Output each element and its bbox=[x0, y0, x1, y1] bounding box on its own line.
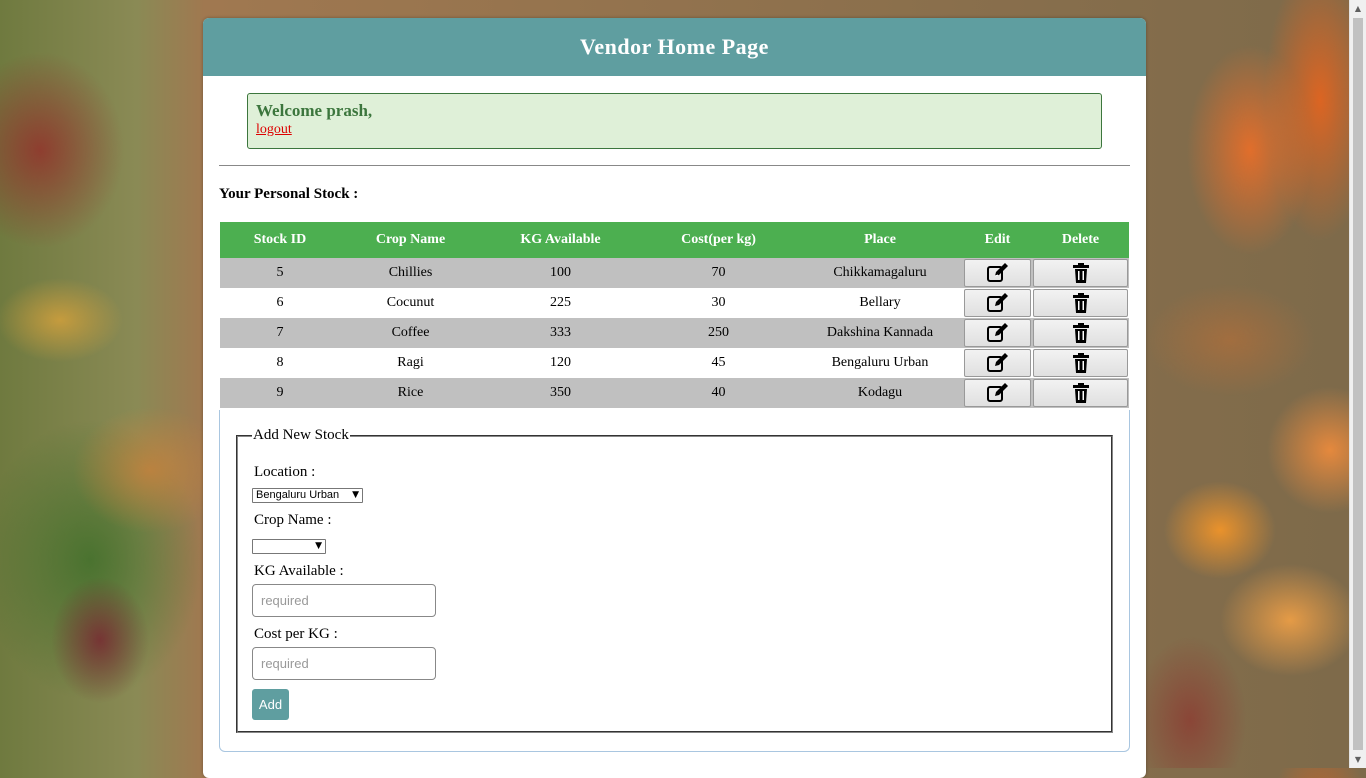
cell-place: Bengaluru Urban bbox=[797, 348, 963, 378]
kg-available-input[interactable] bbox=[252, 583, 436, 617]
add-stock-legend: Add New Stock bbox=[253, 427, 349, 443]
cell-place: Chikkamagaluru bbox=[797, 258, 963, 288]
col-stock-id: Stock ID bbox=[220, 222, 340, 258]
col-cost: Cost(per kg) bbox=[640, 222, 797, 258]
col-kg-available: KG Available bbox=[481, 222, 640, 258]
cell-stock-id: 6 bbox=[220, 288, 340, 318]
edit-icon bbox=[986, 323, 1008, 342]
edit-icon bbox=[986, 293, 1008, 312]
welcome-text: Welcome prash, bbox=[256, 101, 373, 120]
table-row: 7 Coffee 333 250 Dakshina Kannada bbox=[220, 318, 1129, 348]
cost-per-kg-input[interactable] bbox=[252, 646, 436, 680]
logout-link[interactable]: logout bbox=[256, 122, 1093, 138]
cell-cost: 30 bbox=[640, 288, 797, 318]
cell-crop-name: Cocunut bbox=[340, 288, 481, 318]
trash-icon bbox=[1072, 353, 1089, 373]
kg-available-label: KG Available : bbox=[254, 562, 344, 579]
edit-button[interactable] bbox=[964, 349, 1031, 377]
trash-icon bbox=[1072, 293, 1089, 313]
trash-icon bbox=[1072, 383, 1089, 403]
trash-icon bbox=[1072, 323, 1089, 343]
cell-kg: 100 bbox=[481, 258, 640, 288]
delete-button[interactable] bbox=[1033, 289, 1128, 317]
cell-place: Bellary bbox=[797, 288, 963, 318]
stock-table: Stock ID Crop Name KG Available Cost(per… bbox=[220, 222, 1129, 408]
location-select[interactable]: Bengaluru Urban ▼ bbox=[252, 487, 363, 503]
cell-kg: 225 bbox=[481, 288, 640, 318]
cell-crop-name: Ragi bbox=[340, 348, 481, 378]
edit-button[interactable] bbox=[964, 319, 1031, 347]
cell-kg: 350 bbox=[481, 378, 640, 408]
cell-cost: 70 bbox=[640, 258, 797, 288]
table-header-row: Stock ID Crop Name KG Available Cost(per… bbox=[220, 222, 1129, 258]
edit-button[interactable] bbox=[964, 379, 1031, 407]
cell-cost: 45 bbox=[640, 348, 797, 378]
cell-place: Dakshina Kannada bbox=[797, 318, 963, 348]
vendor-panel: Vendor Home Page Welcome prash, logout Y… bbox=[203, 18, 1146, 778]
crop-name-label: Crop Name : bbox=[254, 512, 332, 528]
col-crop-name: Crop Name bbox=[340, 222, 481, 258]
page-scrollbar[interactable]: ▲ ▼ bbox=[1349, 0, 1366, 768]
welcome-alert: Welcome prash, logout bbox=[247, 93, 1102, 149]
scrollbar-thumb[interactable] bbox=[1353, 18, 1363, 750]
chevron-down-icon: ▼ bbox=[315, 541, 322, 551]
scroll-up-icon[interactable]: ▲ bbox=[1350, 0, 1366, 17]
location-selected-value: Bengaluru Urban bbox=[256, 489, 340, 501]
edit-icon bbox=[986, 353, 1008, 372]
cell-stock-id: 9 bbox=[220, 378, 340, 408]
trash-icon bbox=[1072, 263, 1089, 283]
table-row: 9 Rice 350 40 Kodagu bbox=[220, 378, 1129, 408]
table-row: 6 Cocunut 225 30 Bellary bbox=[220, 288, 1129, 318]
col-place: Place bbox=[797, 222, 963, 258]
location-label: Location : bbox=[254, 464, 316, 480]
col-delete: Delete bbox=[1032, 222, 1129, 258]
cell-kg: 333 bbox=[481, 318, 640, 348]
edit-icon bbox=[986, 383, 1008, 402]
add-button[interactable]: Add bbox=[252, 688, 289, 720]
col-edit: Edit bbox=[963, 222, 1032, 258]
chevron-down-icon: ▼ bbox=[352, 490, 359, 500]
add-stock-fieldset: Add New Stock Location : Bengaluru Urban… bbox=[236, 427, 1113, 733]
cell-stock-id: 5 bbox=[220, 258, 340, 288]
edit-button[interactable] bbox=[964, 259, 1031, 287]
cost-per-kg-label: Cost per KG : bbox=[254, 625, 338, 642]
cell-cost: 40 bbox=[640, 378, 797, 408]
crop-name-select[interactable]: ▼ bbox=[252, 538, 326, 554]
cell-crop-name: Coffee bbox=[340, 318, 481, 348]
cell-stock-id: 8 bbox=[220, 348, 340, 378]
page-title: Vendor Home Page bbox=[203, 18, 1146, 76]
delete-button[interactable] bbox=[1033, 349, 1128, 377]
divider bbox=[219, 165, 1130, 166]
table-row: 5 Chillies 100 70 Chikkamagaluru bbox=[220, 258, 1129, 288]
table-row: 8 Ragi 120 45 Bengaluru Urban bbox=[220, 348, 1129, 378]
delete-button[interactable] bbox=[1033, 319, 1128, 347]
cell-kg: 120 bbox=[481, 348, 640, 378]
cell-cost: 250 bbox=[640, 318, 797, 348]
add-stock-form: Add New Stock Location : Bengaluru Urban… bbox=[219, 410, 1130, 752]
cell-crop-name: Rice bbox=[340, 378, 481, 408]
cell-stock-id: 7 bbox=[220, 318, 340, 348]
cell-place: Kodagu bbox=[797, 378, 963, 408]
edit-icon bbox=[986, 263, 1008, 282]
scroll-down-icon[interactable]: ▼ bbox=[1350, 751, 1366, 768]
delete-button[interactable] bbox=[1033, 379, 1128, 407]
stock-section-label: Your Personal Stock : bbox=[219, 186, 359, 202]
edit-button[interactable] bbox=[964, 289, 1031, 317]
delete-button[interactable] bbox=[1033, 259, 1128, 287]
cell-crop-name: Chillies bbox=[340, 258, 481, 288]
